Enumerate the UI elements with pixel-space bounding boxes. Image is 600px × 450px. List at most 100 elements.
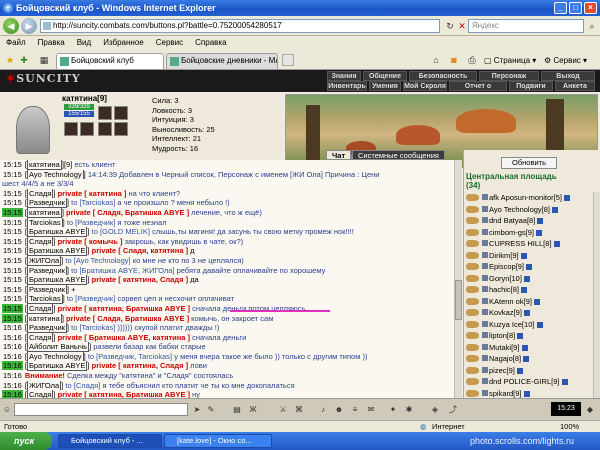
print-icon[interactable]: ⎙ bbox=[466, 54, 478, 66]
chat-time[interactable]: 15:16 bbox=[2, 323, 23, 332]
chat-nick[interactable]: Братишка ABYE bbox=[26, 227, 88, 237]
chat-nick[interactable]: катятина bbox=[26, 313, 62, 324]
taskbar-button-chat[interactable]: [kate.love] - Окно со... bbox=[164, 434, 272, 448]
to-recipients[interactable]: to [Разведчик, Tarciokas] bbox=[88, 352, 172, 361]
chat-time[interactable]: 15:15 bbox=[2, 227, 23, 236]
info-icon[interactable] bbox=[526, 264, 533, 271]
chat-nick[interactable]: Сладя bbox=[26, 236, 54, 247]
chat-time[interactable]: 15:15 bbox=[2, 207, 23, 217]
info-icon[interactable] bbox=[523, 356, 530, 363]
chat-time[interactable]: 15:15 bbox=[2, 198, 23, 207]
user-list-item[interactable]: Ayo Technology[8] bbox=[466, 204, 592, 216]
header-skills[interactable]: Умения bbox=[369, 81, 401, 91]
chat-nick[interactable]: Разведчик bbox=[26, 198, 67, 208]
user-name[interactable]: dnd POLICE-GIRL[9] bbox=[489, 377, 559, 386]
private-recipients[interactable]: private [ катятина, Сладя ] bbox=[92, 275, 188, 284]
header-feats[interactable]: Подвиги bbox=[509, 81, 553, 91]
search-input[interactable]: Яндекс bbox=[468, 19, 584, 33]
info-icon[interactable] bbox=[536, 229, 543, 236]
refresh-button[interactable]: Обновить bbox=[501, 157, 557, 169]
chat-nick[interactable]: Ayo Technology bbox=[26, 169, 84, 180]
user-name[interactable]: Mutaki[9] bbox=[489, 343, 519, 352]
map-icon[interactable]: ⌘ bbox=[294, 404, 304, 415]
user-name[interactable]: Ayo Technology[8] bbox=[489, 205, 550, 214]
private-hand-icon[interactable] bbox=[466, 297, 479, 305]
to-recipients[interactable]: to [Ayo Technology] bbox=[65, 256, 130, 265]
user-list-item[interactable]: Mutaki[9] bbox=[466, 342, 592, 354]
private-hand-icon[interactable] bbox=[466, 286, 479, 293]
info-icon[interactable] bbox=[536, 321, 543, 328]
info-icon[interactable] bbox=[516, 367, 523, 374]
private-recipients[interactable]: private [ Сладя, катятина ] bbox=[92, 246, 188, 255]
info-icon[interactable] bbox=[521, 287, 528, 294]
url-field[interactable]: http://suncity.combats.com/buttons.pl?ba… bbox=[40, 19, 440, 33]
item-slot[interactable] bbox=[114, 106, 128, 120]
sound-icon[interactable]: ♪ bbox=[318, 404, 328, 415]
mail-icon[interactable]: ✉ bbox=[366, 404, 376, 415]
private-hand-icon[interactable] bbox=[466, 366, 479, 374]
user-list-item[interactable]: Nagajo[8] bbox=[466, 353, 592, 365]
private-recipients[interactable]: private [ Сладя, Братишка ABYE ] bbox=[66, 208, 189, 217]
smile-icon[interactable]: ☺ bbox=[2, 404, 12, 415]
info-icon[interactable] bbox=[553, 241, 560, 248]
user-list-item[interactable]: cimbom-gs[9] bbox=[466, 227, 592, 239]
private-hand-icon[interactable] bbox=[466, 240, 479, 247]
menu-file[interactable]: Файл bbox=[0, 36, 32, 50]
chat-time[interactable]: 15:16 bbox=[2, 342, 23, 351]
taskbar-button-combats[interactable]: Бойцовский клуб - ... bbox=[58, 434, 162, 448]
rss-icon[interactable]: ◙ bbox=[448, 54, 460, 66]
user-name[interactable]: Episcop[9] bbox=[489, 262, 524, 271]
header-inventory[interactable]: Инвентарь bbox=[327, 81, 367, 91]
chat-nick[interactable]: Tarciokas bbox=[26, 294, 63, 304]
user-list-item[interactable]: KAtenn ok[9] bbox=[466, 296, 592, 308]
private-hand-icon[interactable] bbox=[466, 378, 479, 385]
user-list-item[interactable]: CUPRESS HILL[8] bbox=[466, 238, 592, 250]
header-exit[interactable]: Выход bbox=[541, 71, 595, 81]
exit-icon[interactable]: ⤴ bbox=[448, 404, 458, 415]
tab-chat[interactable]: Чат bbox=[326, 150, 352, 160]
user-list-item[interactable]: Goryn[10] bbox=[466, 273, 592, 285]
private-hand-icon[interactable] bbox=[466, 263, 479, 270]
info-icon[interactable] bbox=[534, 298, 541, 305]
private-recipients[interactable]: private [ Братишка ABYE, катятина ] bbox=[58, 333, 191, 342]
private-recipients[interactable]: private [ катятина, Братишка ABYE ] bbox=[58, 304, 191, 313]
chat-time[interactable]: 15:15 bbox=[2, 275, 23, 284]
forward-button[interactable]: ▶ bbox=[21, 18, 37, 34]
chat-scrollbar[interactable] bbox=[454, 160, 462, 398]
private-recipients[interactable]: private [ катятина ] bbox=[58, 189, 127, 198]
chat-time[interactable]: 15:16 bbox=[2, 361, 23, 371]
chat-time[interactable]: 15:15 bbox=[2, 160, 23, 169]
user-name[interactable]: CUPRESS HILL[8] bbox=[489, 239, 552, 248]
user-list-item[interactable]: afk Aposun-monitor[5] bbox=[466, 192, 592, 204]
private-hand-icon[interactable] bbox=[466, 332, 479, 339]
maximize-button[interactable]: □ bbox=[569, 2, 582, 14]
back-button[interactable]: ◀ bbox=[3, 18, 19, 34]
to-recipients[interactable]: to [Разведчик] bbox=[67, 294, 115, 303]
private-hand-icon[interactable] bbox=[466, 309, 479, 316]
avatar[interactable] bbox=[16, 106, 50, 154]
private-hand-icon[interactable] bbox=[466, 355, 479, 362]
private-hand-icon[interactable] bbox=[466, 274, 479, 282]
item-slot[interactable] bbox=[80, 122, 94, 136]
private-hand-icon[interactable] bbox=[466, 205, 479, 213]
scroll-icon[interactable]: ≡ bbox=[350, 404, 360, 415]
user-list-item[interactable]: hachic[8] bbox=[466, 284, 592, 296]
chat-time[interactable]: 15:15 bbox=[2, 246, 23, 255]
user-list-item[interactable]: pizec[9] bbox=[466, 365, 592, 377]
info-icon[interactable] bbox=[552, 206, 559, 213]
chat-time[interactable]: 15:15 bbox=[2, 218, 23, 227]
user-name[interactable]: Nagajo[8] bbox=[489, 354, 521, 363]
chat-nick[interactable]: Братишка ABYE bbox=[26, 361, 88, 372]
user-list-item[interactable]: lipton[8] bbox=[466, 330, 592, 342]
menu-tools[interactable]: Сервис bbox=[150, 36, 189, 50]
tab-list-icon[interactable]: ▦ bbox=[38, 54, 50, 66]
header-character[interactable]: Персонаж bbox=[479, 71, 539, 81]
chat-time[interactable]: 15:16 bbox=[2, 333, 23, 342]
private-recipients[interactable]: Внимание! bbox=[25, 371, 65, 380]
chat-nick[interactable]: Tarciokas bbox=[26, 217, 63, 228]
tab-system-messages[interactable]: Системные сообщения bbox=[352, 150, 445, 160]
chat-time[interactable]: 15:15 bbox=[2, 303, 23, 313]
chat-time[interactable]: 15:15 bbox=[2, 256, 23, 265]
translit-icon[interactable]: Ж bbox=[248, 404, 258, 415]
to-recipients[interactable]: to [Разведчик] bbox=[67, 218, 115, 227]
